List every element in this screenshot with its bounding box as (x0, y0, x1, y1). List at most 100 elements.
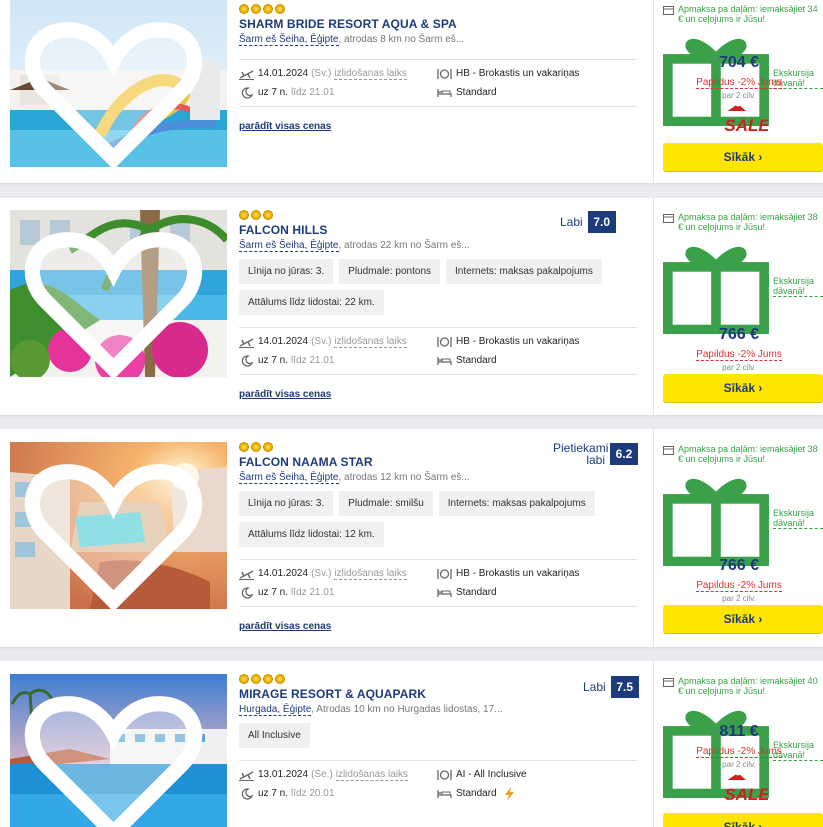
bed-icon (437, 787, 452, 800)
hotel-card: FALCON HILLS Šarm eš Šeiha, Ēģipte, atro… (0, 198, 823, 415)
hotel-tags: Līnija no jūras: 3. Pludmale: pontons In… (239, 259, 637, 315)
installment-promo: Apmaksa pa daļām: iemaksājiet 38 € un ce… (678, 444, 818, 464)
meal-icon (437, 335, 452, 348)
details-button[interactable]: Sīkāk › (663, 813, 823, 827)
tag-sea-line: Līnija no jūras: 3. (239, 491, 334, 516)
price-panel: Apmaksa pa daļām: iemaksājiet 38 € un ce… (653, 198, 823, 415)
location-link[interactable]: Šarm eš Šeiha, Ēģipte (239, 34, 339, 46)
heart-icon[interactable] (10, 681, 222, 827)
hotel-photo[interactable] (10, 674, 227, 827)
sale-badge: SALE (724, 771, 768, 803)
meal-icon (437, 768, 452, 781)
price-amount: 766 € (718, 326, 760, 343)
hotel-location: Hurgada, Ēģipte, Atrodas 10 km no Hurgad… (239, 704, 503, 716)
price-amount: 704 € (718, 54, 760, 71)
tag-airport-distance: Attālums līdz lidostai: 22 km. (239, 290, 384, 315)
discount-label: Papildus -2% Jums (696, 580, 782, 592)
moon-icon (239, 787, 254, 800)
lightning-icon (504, 786, 514, 801)
tag-internet: Internets: maksas pakalpojums (446, 259, 602, 284)
show-all-prices-link[interactable]: parādīt visas cenas (239, 389, 637, 400)
location-link[interactable]: Šarm eš Šeiha, Ēģipte (239, 240, 339, 252)
svg-text:SALE: SALE (724, 785, 768, 803)
plane-icon (239, 567, 254, 580)
tag-beach: Pludmale: pontons (339, 259, 441, 284)
heart-icon[interactable] (10, 7, 222, 167)
installment-promo: Apmaksa pa daļām: iemaksājiet 40 € un ce… (678, 676, 818, 696)
show-all-prices-link[interactable]: parādīt visas cenas (239, 121, 637, 132)
star-rating (239, 4, 637, 14)
bed-icon (437, 86, 452, 99)
moon-icon (239, 86, 254, 99)
installment-promo: Apmaksa pa daļām: iemaksājiet 38 € un ce… (678, 212, 818, 232)
guest-rating: Labi 7.0 (560, 211, 616, 233)
meal-icon (437, 567, 452, 580)
wallet-icon (663, 214, 674, 223)
guest-rating: Labi 7.5 (583, 676, 639, 698)
heart-icon[interactable] (10, 449, 222, 609)
tag-beach: Pludmale: smilšu (339, 491, 433, 516)
tag-airport-distance: Attālums līdz lidostai: 12 km. (239, 522, 384, 547)
price-per-people: par 2 cilv. (722, 594, 756, 603)
gift-icon (663, 478, 769, 567)
installment-promo: Apmaksa pa daļām: iemaksājiet 34 € un ce… (678, 4, 818, 24)
moon-icon (239, 586, 254, 599)
heart-icon[interactable] (10, 217, 222, 377)
details-button[interactable]: Sīkāk › (663, 143, 823, 171)
rating-score: 7.5 (610, 676, 639, 698)
gift-link[interactable]: Ekskursija dāvanā! (772, 276, 823, 297)
discount-label: Papildus -2% Jums (696, 77, 782, 89)
tag-internet: Internets: maksas pakalpojums (438, 491, 595, 516)
wallet-icon (663, 678, 674, 687)
plane-icon (239, 768, 254, 781)
hotel-location: Šarm eš Šeiha, Ēģipte, atrodas 22 km no … (239, 240, 470, 252)
location-link[interactable]: Hurgada, Ēģipte (239, 704, 312, 716)
wallet-icon (663, 6, 674, 15)
hotel-tags: Līnija no jūras: 3. Pludmale: smilšu Int… (239, 491, 637, 547)
hotel-name[interactable]: SHARM BRIDE RESORT AQUA & SPA (239, 17, 637, 31)
price-amount: 766 € (718, 557, 760, 574)
rating-score: 6.2 (610, 443, 638, 465)
hotel-card: FALCON NAAMA STAR Šarm eš Šeiha, Ēģipte,… (0, 429, 823, 647)
tag-board: All Inclusive (239, 723, 310, 748)
hotel-photo[interactable] (10, 442, 227, 609)
price-amount: 811 € (719, 723, 759, 740)
wallet-icon (663, 446, 674, 455)
hotel-card: MIRAGE RESORT & AQUAPARK Hurgada, Ēģipte… (0, 661, 823, 827)
hotel-tags: All Inclusive (239, 723, 637, 748)
rating-label: Labi (560, 215, 583, 229)
price-per-people: par 2 cilv. (722, 760, 756, 769)
discount-label: Papildus -2% Jums (696, 746, 782, 758)
price-panel: Apmaksa pa daļām: iemaksājiet 34 € un ce… (653, 0, 823, 183)
bed-icon (437, 354, 452, 367)
rating-label: Labi (583, 680, 606, 694)
details-button[interactable]: Sīkāk › (663, 605, 823, 633)
price-panel: Apmaksa pa daļām: iemaksājiet 38 € un ce… (653, 429, 823, 647)
sale-badge: SALE (724, 102, 768, 134)
meal-icon (437, 67, 452, 80)
hotel-photo[interactable] (10, 210, 227, 377)
hotel-card: SHARM BRIDE RESORT AQUA & SPA Šarm eš Še… (0, 0, 823, 183)
details-button[interactable]: Sīkāk › (663, 374, 823, 402)
gift-icon (663, 246, 769, 335)
bed-icon (437, 586, 452, 599)
hotel-name[interactable]: MIRAGE RESORT & AQUAPARK (239, 687, 637, 701)
price-panel: Apmaksa pa daļām: iemaksājiet 40 € un ce… (653, 661, 823, 827)
star-rating (239, 674, 637, 684)
discount-label: Papildus -2% Jums (696, 349, 782, 361)
plane-icon (239, 335, 254, 348)
plane-icon (239, 67, 254, 80)
hotel-photo[interactable] (10, 0, 227, 167)
gift-link[interactable]: Ekskursija dāvanā! (772, 508, 823, 529)
svg-text:SALE: SALE (724, 116, 768, 134)
location-link[interactable]: Šarm eš Šeiha, Ēģipte (239, 472, 339, 484)
hotel-location: Šarm eš Šeiha, Ēģipte, atrodas 8 km no Š… (239, 34, 465, 46)
tag-sea-line: Līnija no jūras: 3. (239, 259, 334, 284)
rating-label: Pietiekami labi (553, 441, 609, 467)
hotel-results-list: SHARM BRIDE RESORT AQUA & SPA Šarm eš Še… (0, 0, 823, 827)
moon-icon (239, 354, 254, 367)
show-all-prices-link[interactable]: parādīt visas cenas (239, 621, 637, 632)
guest-rating: Pietiekami labi 6.2 (553, 442, 638, 466)
price-per-people: par 2 cilv. (722, 363, 756, 372)
rating-score: 7.0 (587, 211, 616, 233)
